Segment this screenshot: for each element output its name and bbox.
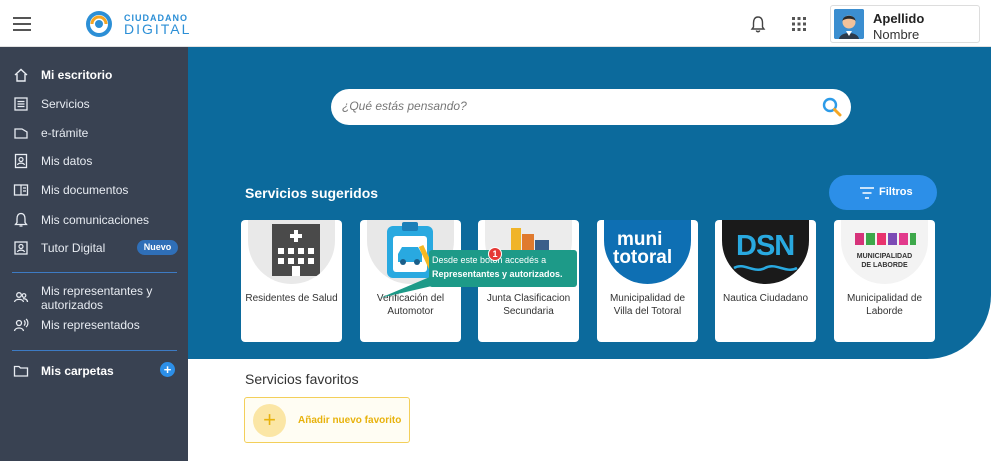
app-logo[interactable]: CIUDADANO DIGITAL [82, 9, 189, 39]
user-firstname: Nombre [873, 27, 920, 42]
card-image: DSN [722, 220, 809, 284]
sidebar-item-label: Servicios [41, 97, 90, 111]
folder-tag-icon [14, 128, 28, 139]
sidebar-item-label-line1: Mis representantes y [41, 284, 153, 298]
plus-icon: + [253, 404, 286, 437]
sidebar-divider [12, 350, 177, 351]
search-bar[interactable]: ¿Qué estás pensando? [331, 89, 851, 125]
add-favorite-label: Añadir nuevo favorito [298, 415, 402, 426]
sidebar-item-label: Mi escritorio [41, 68, 113, 82]
card-label: Municipalidad de Villa del Totoral [609, 293, 686, 317]
list-icon [14, 97, 28, 111]
avatar [834, 9, 864, 39]
sidebar-item-mis-documentos[interactable]: Mis documentos [0, 179, 188, 201]
add-folder-button[interactable]: + [160, 362, 175, 377]
muni-totoral-logo-line2: totoral [613, 247, 673, 268]
new-badge: Nuevo [137, 240, 178, 255]
sidebar-divider [12, 272, 177, 273]
service-card[interactable]: MUNICIPALIDAD DE LABORDE Municipalidad d… [834, 220, 935, 342]
sidebar-item-label: Mis documentos [41, 183, 129, 197]
menu-icon[interactable] [13, 17, 31, 31]
card-label: Residentes de Salud [245, 293, 338, 304]
card-image: muni totoral [604, 220, 691, 284]
sidebar-item-label: Mis carpetas [41, 364, 114, 378]
tooltip: Desde este botón accedés a Representante… [429, 250, 577, 287]
folder-icon [13, 365, 29, 377]
hospital-building-icon [272, 224, 320, 276]
user-lastname: Apellido [873, 11, 925, 26]
add-favorite-button[interactable]: + Añadir nuevo favorito [244, 397, 410, 443]
home-icon [14, 68, 28, 82]
search-input[interactable]: ¿Qué estás pensando? [342, 99, 467, 113]
service-card[interactable]: Residentes de Salud [241, 220, 342, 342]
tooltip-line2: Representantes y autorizados. [432, 269, 563, 279]
sidebar-item-mis-carpetas[interactable]: Mis carpetas + [0, 360, 188, 382]
sidebar-item-label: Mis representados [41, 318, 140, 332]
sidebar-item-mis-representados[interactable]: Mis representados [0, 314, 188, 336]
laborde-figures-icon [855, 233, 916, 245]
card-image [248, 220, 335, 284]
sidebar-item-label-line2: autorizados [41, 298, 104, 312]
sidebar-item-label: e-trámite [41, 126, 89, 140]
sidebar-item-mis-datos[interactable]: Mis datos [0, 150, 188, 172]
documents-icon [13, 184, 29, 196]
sidebar-item-label: Mis datos [41, 154, 93, 168]
search-icon[interactable] [822, 97, 842, 117]
sidebar-item-mis-comunicaciones[interactable]: Mis comunicaciones [0, 209, 188, 231]
bell-icon [14, 212, 28, 227]
sidebar-item-mi-escritorio[interactable]: Mi escritorio [0, 64, 188, 86]
service-card[interactable]: DSN Nautica Ciudadano [715, 220, 816, 342]
tooltip-arrow [380, 276, 432, 298]
sidebar: Mi escritorio Servicios e-trámite Mis da… [0, 47, 188, 461]
dsn-logo-text: DSN [736, 230, 795, 262]
user-profile-button[interactable]: Apellido Nombre [830, 5, 980, 43]
sidebar-item-tutor-digital[interactable]: Tutor Digital Nuevo [0, 237, 188, 259]
tutor-icon [14, 241, 28, 255]
id-card-icon [14, 153, 28, 169]
logo-mark-icon [86, 11, 112, 37]
favorite-services-title: Servicios favoritos [245, 371, 359, 387]
top-bar: CIUDADANO DIGITAL Apellido Nombre [0, 0, 991, 47]
sidebar-item-e-tramite[interactable]: e-trámite [0, 122, 188, 144]
laborde-logo-line2: DE LABORDE [861, 262, 908, 269]
filters-label: Filtros [879, 186, 913, 198]
sidebar-item-label: Tutor Digital [41, 241, 106, 255]
people-icon [13, 292, 29, 303]
sidebar-item-label: Mis comunicaciones [41, 213, 150, 227]
card-image: MUNICIPALIDAD DE LABORDE [841, 220, 928, 284]
filter-icon [860, 187, 874, 199]
laborde-logo-line1: MUNICIPALIDAD [856, 253, 913, 260]
person-voice-icon [13, 318, 29, 332]
card-label: Junta Clasificacion Secundaria [486, 293, 571, 317]
card-label: Municipalidad de Laborde [846, 293, 923, 317]
tooltip-step-badge: 1 [488, 247, 502, 261]
suggested-services-title: Servicios sugeridos [245, 185, 379, 201]
app-page: CIUDADANO DIGITAL Apellido Nombre Mi esc… [0, 0, 991, 461]
card-label: Nautica Ciudadano [722, 293, 809, 304]
service-card[interactable]: muni totoral Municipalidad de Villa del … [597, 220, 698, 342]
filters-button[interactable]: Filtros [829, 175, 937, 210]
notifications-bell-icon[interactable] [750, 15, 766, 33]
sidebar-item-mis-representantes[interactable]: Mis representantes y autorizados [0, 283, 188, 313]
logo-line2: DIGITAL [124, 21, 192, 37]
sidebar-item-servicios[interactable]: Servicios [0, 93, 188, 115]
wave-icon [733, 265, 798, 271]
apps-grid-icon[interactable] [792, 17, 806, 31]
